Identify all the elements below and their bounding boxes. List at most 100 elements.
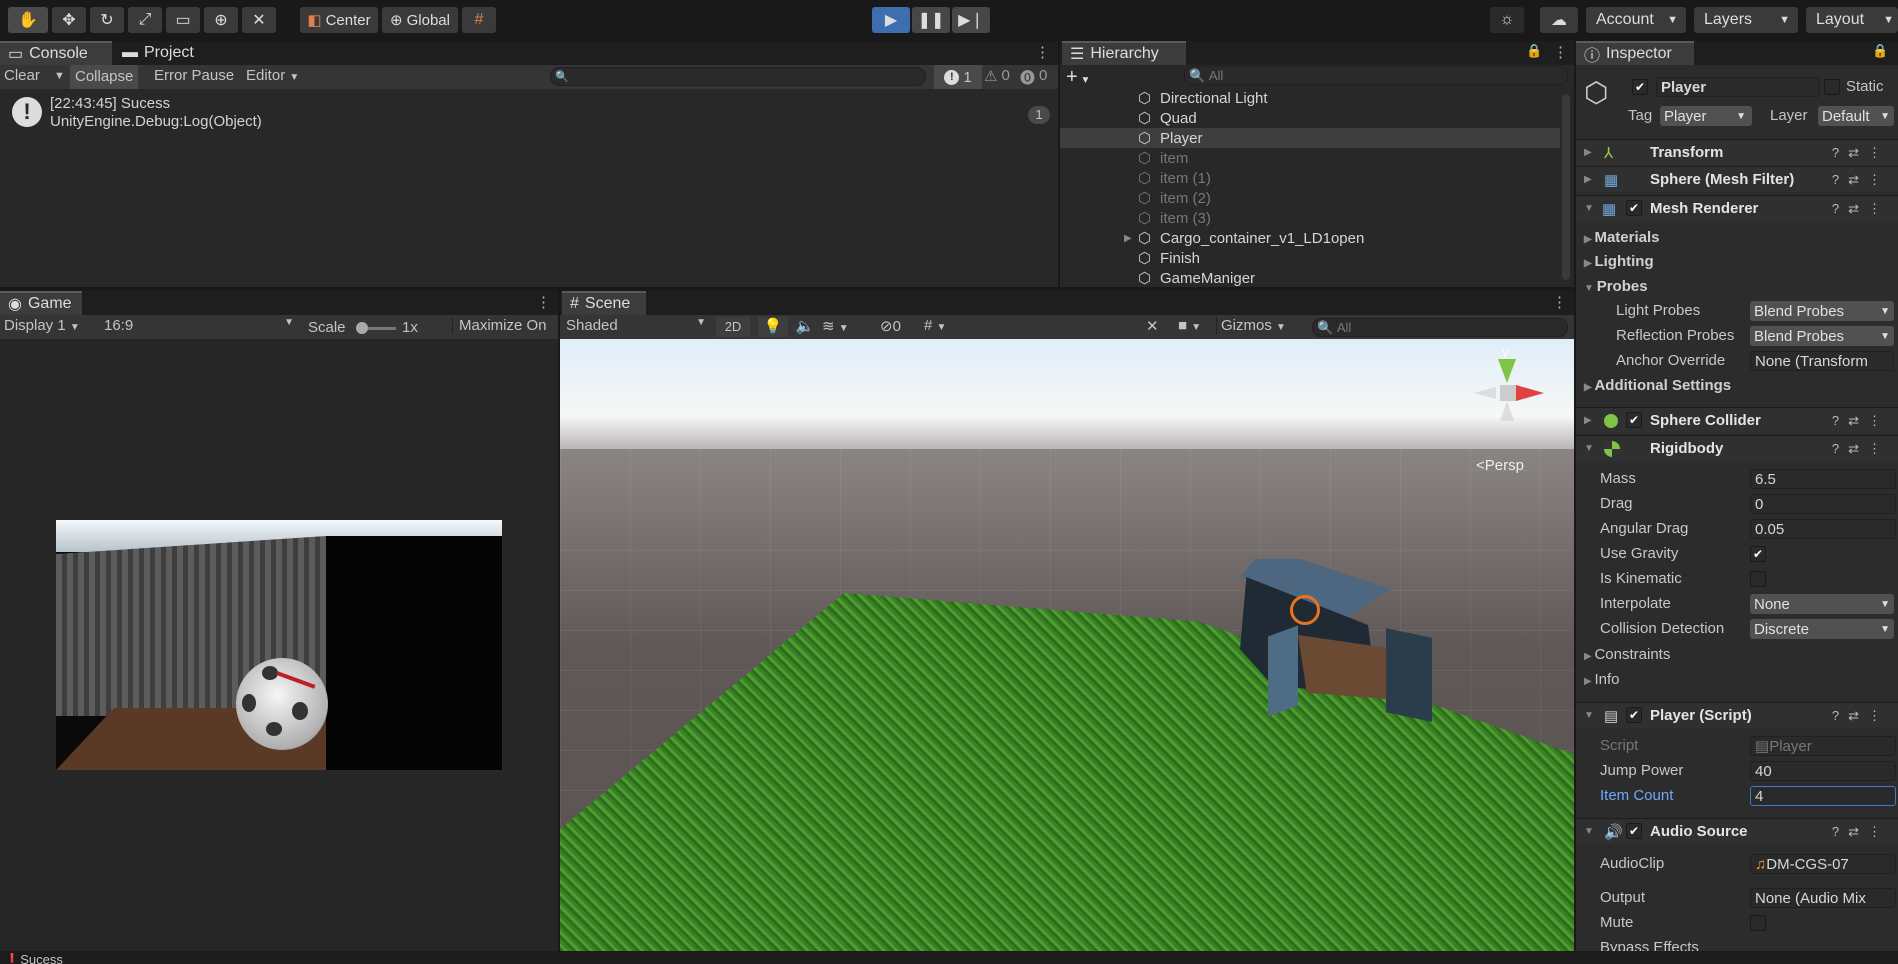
mute-checkbox[interactable]: [1750, 915, 1766, 931]
grid-toggle[interactable]: # ▼: [924, 317, 946, 334]
hierarchy-item[interactable]: ⬡ Player: [1060, 128, 1560, 148]
audio-clip-field[interactable]: ♫ DM-CGS-07: [1750, 854, 1896, 874]
component-actions-icon[interactable]: ?⇄⋮: [1832, 708, 1890, 724]
persp-label[interactable]: <Persp: [1476, 457, 1524, 474]
light-probes-dropdown[interactable]: Blend Probes ▼: [1750, 301, 1894, 321]
hierarchy-item[interactable]: ⬡ item (3): [1060, 208, 1560, 228]
tab-console[interactable]: ▭ Console: [0, 41, 112, 65]
active-checkbox[interactable]: ✔: [1632, 79, 1648, 95]
component-enabled-checkbox[interactable]: ✔: [1626, 200, 1642, 216]
status-message[interactable]: ❗Sucess: [4, 953, 63, 964]
hierarchy-item[interactable]: ⬡ item (2): [1060, 188, 1560, 208]
step-button[interactable]: ▶❘: [952, 7, 990, 33]
camera-dropdown[interactable]: ■ ▼: [1178, 317, 1201, 334]
display-dropdown[interactable]: Display 1 ▼: [4, 317, 80, 334]
warning-count-toggle[interactable]: ⚠ 0: [984, 67, 1010, 85]
hidden-objects-toggle[interactable]: ⊘0: [880, 317, 901, 335]
scene-search-input[interactable]: 🔍 All: [1312, 318, 1568, 337]
2d-toggle[interactable]: 2D: [716, 317, 750, 337]
hierarchy-scrollbar[interactable]: [1562, 94, 1570, 280]
materials-foldout[interactable]: ▶ Materials: [1584, 229, 1660, 246]
sphere-collider-component-header[interactable]: ▶ ✔ Sphere Collider ?⇄⋮: [1576, 407, 1898, 433]
hierarchy-item[interactable]: ⬡ item (1): [1060, 168, 1560, 188]
component-actions-icon[interactable]: ?⇄⋮: [1832, 824, 1890, 840]
console-menu-icon[interactable]: ⋮: [1035, 43, 1050, 61]
use-gravity-checkbox[interactable]: ✔: [1750, 546, 1766, 562]
scale-slider-thumb[interactable]: [356, 322, 368, 334]
mass-field[interactable]: 6.5: [1750, 469, 1896, 489]
interpolate-dropdown[interactable]: None ▼: [1750, 594, 1894, 614]
rigidbody-component-header[interactable]: ▼ Rigidbody ?⇄⋮: [1576, 435, 1898, 461]
component-actions-icon[interactable]: ?⇄⋮: [1832, 172, 1890, 188]
layer-dropdown[interactable]: Default ▼: [1818, 106, 1894, 126]
collapse-button[interactable]: Collapse: [70, 65, 139, 89]
services-button[interactable]: ☼: [1490, 7, 1524, 33]
component-actions-icon[interactable]: ?⇄⋮: [1832, 413, 1890, 429]
create-object-button[interactable]: + ▼: [1066, 66, 1090, 89]
jump-power-field[interactable]: 40: [1750, 761, 1896, 781]
editor-dropdown[interactable]: Editor ▼: [246, 67, 299, 84]
info-foldout[interactable]: ▶ Info: [1584, 671, 1620, 688]
tab-scene[interactable]: # Scene: [562, 291, 646, 315]
lock-icon[interactable]: 🔒: [1526, 43, 1542, 59]
error-count-toggle[interactable]: ⓿0: [1020, 67, 1047, 88]
hierarchy-item[interactable]: ⬡ item: [1060, 148, 1560, 168]
clear-options-icon[interactable]: ▼: [54, 70, 65, 82]
drag-field[interactable]: 0: [1750, 494, 1896, 514]
gizmos-dropdown[interactable]: Gizmos ▼: [1216, 317, 1300, 334]
static-checkbox[interactable]: [1824, 79, 1840, 95]
cloud-button[interactable]: ☁: [1540, 7, 1578, 33]
aspect-dropdown[interactable]: 16:9 ▼: [104, 317, 294, 334]
transform-component-header[interactable]: ▶ ⅄ Transform ?⇄⋮: [1576, 139, 1898, 165]
tab-inspector[interactable]: ⓘ Inspector: [1576, 41, 1694, 65]
scene-menu-icon[interactable]: ⋮: [1552, 293, 1567, 311]
expand-arrow-icon[interactable]: ▶: [1124, 233, 1132, 244]
orientation-gizmo[interactable]: y: [1466, 345, 1546, 427]
audio-toggle[interactable]: 🔈: [792, 317, 818, 335]
rotate-tool-button[interactable]: ↻: [90, 7, 124, 33]
probes-foldout[interactable]: ▼ Probes: [1584, 278, 1648, 295]
effects-dropdown[interactable]: ≋ ▼: [822, 317, 874, 335]
error-pause-button[interactable]: Error Pause: [154, 67, 234, 84]
output-field[interactable]: None (Audio Mix: [1750, 888, 1896, 908]
log-count-toggle[interactable]: ! 1: [934, 65, 982, 89]
collision-detection-dropdown[interactable]: Discrete ▼: [1750, 619, 1894, 639]
lighting-toggle[interactable]: 💡: [758, 317, 788, 337]
space-toggle[interactable]: ⊕ Global: [382, 7, 458, 33]
component-actions-icon[interactable]: ?⇄⋮: [1832, 145, 1890, 161]
layout-dropdown[interactable]: Layout ▼: [1806, 7, 1898, 33]
component-enabled-checkbox[interactable]: ✔: [1626, 707, 1642, 723]
move-tool-button[interactable]: ✥: [52, 7, 86, 33]
tools-toggle[interactable]: ✕: [1146, 317, 1159, 335]
additional-settings-foldout[interactable]: ▶ Additional Settings: [1584, 377, 1731, 394]
scale-tool-button[interactable]: ⤢: [128, 7, 162, 33]
lighting-foldout[interactable]: ▶ Lighting: [1584, 253, 1654, 270]
transform-tool-button[interactable]: ⊕: [204, 7, 238, 33]
lock-icon[interactable]: 🔒: [1872, 43, 1888, 59]
custom-tool-button[interactable]: ✕: [242, 7, 276, 33]
tab-project[interactable]: ▬ Project: [114, 41, 202, 65]
hierarchy-item[interactable]: ⬡ Finish: [1060, 248, 1560, 268]
component-actions-icon[interactable]: ?⇄⋮: [1832, 441, 1890, 457]
angular-drag-field[interactable]: 0.05: [1750, 519, 1896, 539]
scale-slider[interactable]: [356, 322, 396, 334]
tab-game[interactable]: ◉ Game: [0, 291, 82, 315]
pivot-toggle[interactable]: ◧ Center: [300, 7, 378, 33]
player-script-component-header[interactable]: ▼ ▤ ✔ Player (Script) ?⇄⋮: [1576, 702, 1898, 728]
scene-viewport[interactable]: y <Persp: [560, 339, 1574, 951]
is-kinematic-checkbox[interactable]: [1750, 571, 1766, 587]
component-enabled-checkbox[interactable]: ✔: [1626, 412, 1642, 428]
object-name-field[interactable]: Player: [1656, 77, 1820, 97]
audio-source-component-header[interactable]: ▼ 🔊 ✔ Audio Source ?⇄⋮: [1576, 818, 1898, 844]
mesh-renderer-component-header[interactable]: ▼ ▦ ✔ Mesh Renderer ?⇄⋮: [1576, 195, 1898, 221]
reflection-probes-dropdown[interactable]: Blend Probes ▼: [1750, 326, 1894, 346]
maximize-on-play-toggle[interactable]: Maximize On: [452, 317, 558, 334]
layers-dropdown[interactable]: Layers ▼: [1694, 7, 1798, 33]
hierarchy-item[interactable]: ⬡ Quad: [1060, 108, 1560, 128]
hand-tool-button[interactable]: ✋: [8, 7, 48, 33]
console-search-input[interactable]: 🔍: [550, 67, 926, 86]
draw-mode-dropdown[interactable]: Shaded ▼: [566, 317, 706, 334]
item-count-field[interactable]: 4: [1750, 786, 1896, 806]
game-view-render[interactable]: [56, 520, 502, 770]
mesh-filter-component-header[interactable]: ▶ ▦ Sphere (Mesh Filter) ?⇄⋮: [1576, 166, 1898, 192]
